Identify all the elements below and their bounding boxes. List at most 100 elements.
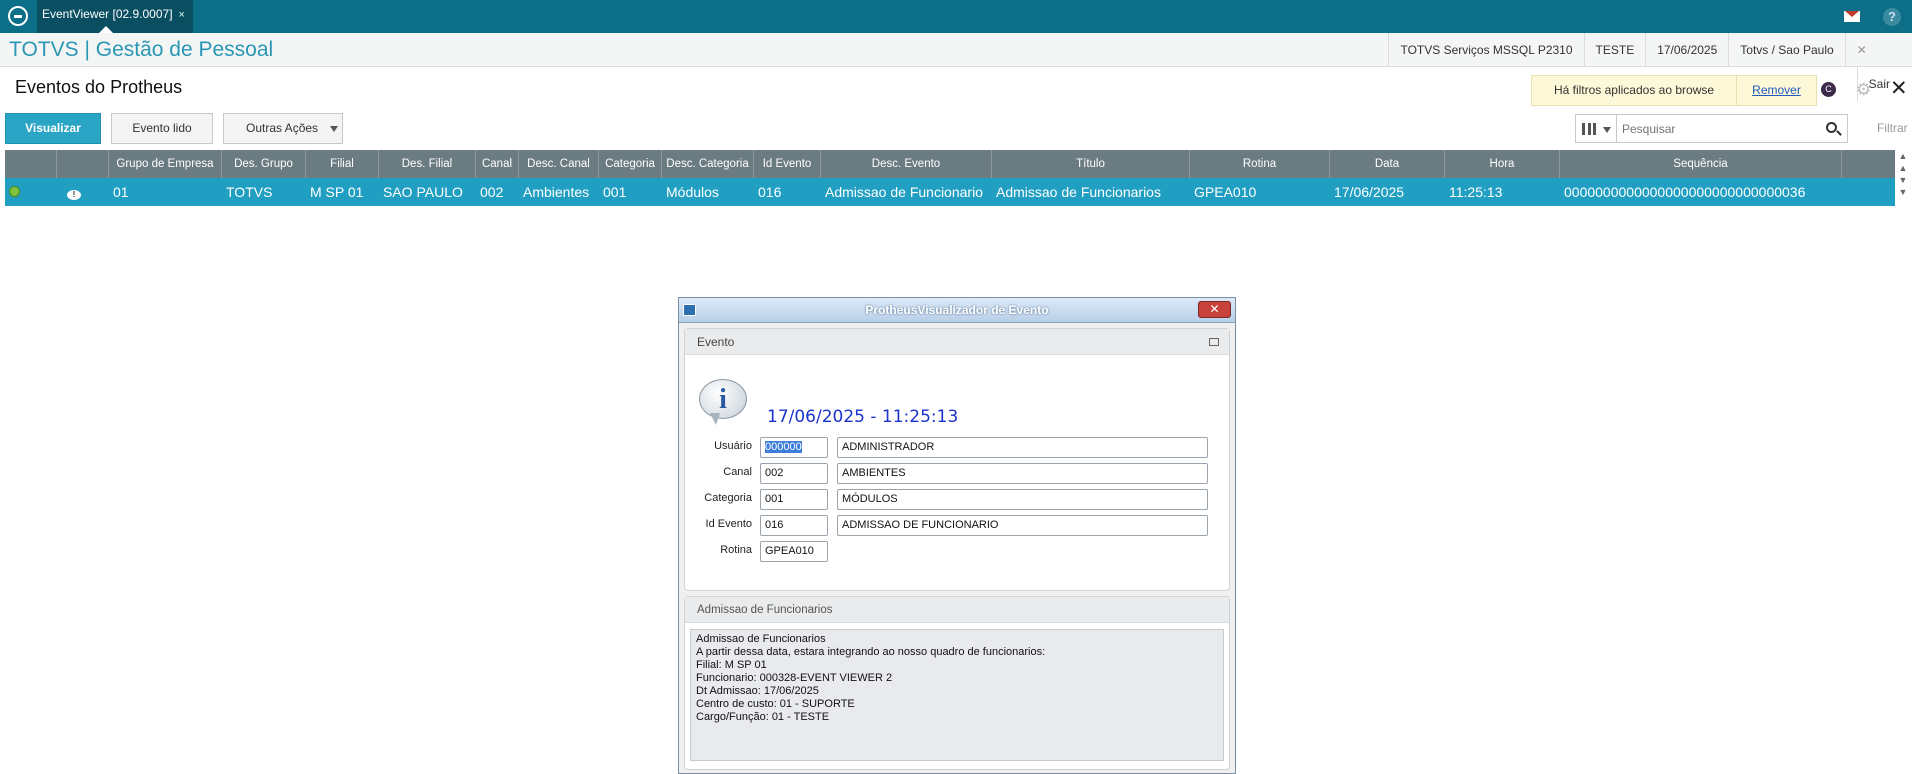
categoria-desc-field[interactable]: MÓDULOS — [837, 489, 1208, 510]
cell-desc-canal: Ambientes — [519, 178, 599, 206]
col-header-desc-canal[interactable]: Desc. Canal — [519, 150, 599, 178]
cell-desc-categoria: Módulos — [662, 178, 754, 206]
cell-canal: 002 — [476, 178, 519, 206]
event-viewer-dialog: ProtheusVisualizador de Evento ✕ Evento … — [678, 297, 1236, 774]
cell-hora: 11:25:13 — [1445, 178, 1560, 206]
usuario-code-value: 000000 — [765, 441, 802, 453]
id-evento-label: Id Evento — [705, 518, 752, 530]
scroll-down-icon[interactable]: ▼ — [1897, 174, 1909, 186]
top-tab-bar: EventViewer [02.9.0007] × ? — [0, 0, 1912, 33]
dialog-close-button[interactable]: ✕ — [1198, 301, 1231, 318]
legend-cell: ! — [57, 178, 109, 206]
scroll-bottom-icon[interactable]: ▼ — [1897, 186, 1909, 198]
logout-button[interactable]: ✕ Sair — [1844, 33, 1912, 101]
server-name: TOTVS Serviços MSSQL P2310 — [1388, 33, 1583, 67]
usuario-code-field[interactable]: 000000 — [760, 437, 828, 458]
help-button[interactable]: ? — [1872, 0, 1912, 33]
col-header-canal[interactable]: Canal — [476, 150, 519, 178]
filter-button[interactable]: Filtrar — [1877, 121, 1908, 135]
message-text[interactable]: Admissao de Funcionarios A partir dessa … — [690, 629, 1224, 761]
remove-filter-link[interactable]: Remover — [1737, 75, 1817, 106]
column-selector[interactable] — [1575, 114, 1617, 143]
col-header-data[interactable]: Data — [1330, 150, 1445, 178]
other-actions-label: Outras Ações — [246, 121, 319, 135]
view-button[interactable]: Visualizar — [5, 113, 101, 144]
tab-close-icon[interactable]: × — [179, 9, 185, 21]
col-header-filial[interactable]: Filial — [306, 150, 379, 178]
tab-eventviewer[interactable]: EventViewer [02.9.0007] × — [37, 0, 193, 33]
cell-grupo-empresa: 01 — [109, 178, 222, 206]
mail-icon — [1844, 11, 1860, 22]
canal-label: Canal — [723, 466, 752, 478]
cell-categoria: 001 — [599, 178, 662, 206]
col-header-categoria[interactable]: Categoria — [599, 150, 662, 178]
col-header-hora[interactable]: Hora — [1445, 150, 1560, 178]
col-header-status[interactable] — [5, 150, 57, 178]
grid-scrollbar[interactable]: ▲ ▲ ▼ ▼ — [1897, 150, 1909, 210]
events-grid: Grupo de Empresa Des. Grupo Filial Des. … — [5, 150, 1895, 206]
environment-info: TOTVS Serviços MSSQL P2310 TESTE 17/06/2… — [1388, 33, 1912, 101]
col-header-rotina[interactable]: Rotina — [1190, 150, 1330, 178]
cell-rotina: GPEA010 — [1190, 178, 1330, 206]
cell-des-grupo: TOTVS — [222, 178, 306, 206]
message-line: A partir dessa data, estara integrando a… — [696, 646, 1046, 658]
scroll-top-icon[interactable]: ▲ — [1897, 150, 1909, 162]
scroll-up-icon[interactable]: ▲ — [1897, 162, 1909, 174]
usuario-desc-field[interactable]: ADMINISTRADOR — [837, 437, 1208, 458]
cell-id-evento: 016 — [754, 178, 821, 206]
rotina-code-field[interactable]: GPEA010 — [760, 541, 828, 562]
event-panel-header: Evento — [685, 329, 1229, 355]
c-badge-icon[interactable]: C — [1821, 82, 1836, 97]
col-header-grupo-empresa[interactable]: Grupo de Empresa — [109, 150, 222, 178]
message-line: Funcionario: 000328-EVENT VIEWER 2 — [696, 672, 893, 684]
dialog-titlebar[interactable]: ProtheusVisualizador de Evento ✕ — [679, 298, 1235, 323]
usuario-label: Usuário — [714, 440, 752, 452]
col-header-titulo[interactable]: Título — [992, 150, 1190, 178]
minimize-panel-icon[interactable] — [1209, 338, 1219, 346]
col-header-legend[interactable] — [57, 150, 109, 178]
cell-data: 17/06/2025 — [1330, 178, 1445, 206]
gear-icon[interactable]: ⚙ — [1856, 80, 1871, 100]
col-header-des-filial[interactable]: Des. Filial — [379, 150, 476, 178]
read-event-button[interactable]: Evento lido — [111, 113, 213, 144]
search-box — [1616, 114, 1848, 143]
app-header: TOTVS | Gestão de Pessoal TOTVS Serviços… — [0, 33, 1912, 101]
search-input[interactable] — [1617, 115, 1807, 142]
col-header-desc-evento[interactable]: Desc. Evento — [821, 150, 992, 178]
environment-name: TESTE — [1583, 33, 1646, 67]
message-panel-title: Admissao de Funcionarios — [685, 597, 1229, 623]
branch-name[interactable]: Totvs / Sao Paulo — [1728, 33, 1844, 67]
col-header-sequencia[interactable]: Sequência — [1560, 150, 1842, 178]
cell-des-filial: SAO PAULO — [379, 178, 476, 206]
messages-button[interactable] — [1832, 0, 1872, 33]
other-actions-button[interactable]: Outras Ações — [223, 113, 343, 144]
columns-icon — [1582, 123, 1596, 135]
categoria-code-field[interactable]: 001 — [760, 489, 828, 510]
col-header-id-evento[interactable]: Id Evento — [754, 150, 821, 178]
info-icon: i — [699, 379, 747, 425]
tab-label: EventViewer [02.9.0007] — [42, 7, 173, 21]
close-icon[interactable]: ✕ — [1890, 76, 1908, 101]
event-datetime: 17/06/2025 - 11:25:13 — [767, 407, 959, 427]
page-title: Eventos do Protheus — [15, 77, 183, 97]
message-line: Cargo/Função: 01 - TESTE — [696, 711, 830, 723]
read-event-button-label: Evento lido — [132, 121, 192, 135]
id-evento-desc-field[interactable]: ADMISSAO DE FUNCIONARIO — [837, 515, 1208, 536]
app-title: TOTVS | Gestão de Pessoal — [9, 38, 274, 61]
categoria-label: Categoria — [704, 492, 752, 504]
totvs-logo-icon[interactable] — [8, 6, 28, 26]
message-panel: Admissao de Funcionarios Admissao de Fun… — [684, 596, 1230, 770]
base-date[interactable]: 17/06/2025 — [1645, 33, 1728, 67]
message-line: Admissao de Funcionarios — [696, 633, 826, 645]
col-header-desc-categoria[interactable]: Desc. Categoria — [662, 150, 754, 178]
dialog-title: ProtheusVisualizador de Evento — [865, 303, 1049, 317]
canal-desc-field[interactable]: AMBIENTES — [837, 463, 1208, 484]
canal-code-field[interactable]: 002 — [760, 463, 828, 484]
chevron-down-icon — [1603, 127, 1611, 133]
search-icon[interactable] — [1826, 122, 1837, 133]
id-evento-code-field[interactable]: 016 — [760, 515, 828, 536]
table-row[interactable]: ! 01 TOTVS M SP 01 SAO PAULO 002 Ambient… — [5, 178, 1895, 206]
event-panel-title: Evento — [697, 335, 735, 349]
cell-filial: M SP 01 — [306, 178, 379, 206]
col-header-des-grupo[interactable]: Des. Grupo — [222, 150, 306, 178]
